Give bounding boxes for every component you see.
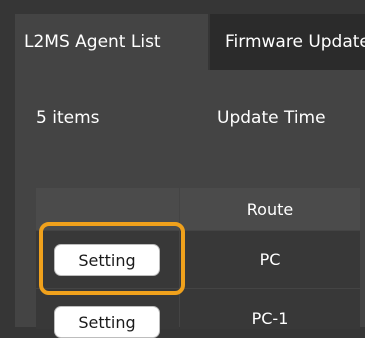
route-value: PC-1 bbox=[251, 309, 289, 328]
table-row-1-route-cell: PC bbox=[180, 231, 360, 288]
column-label-route: Route bbox=[246, 199, 294, 219]
tab-firmware-update[interactable]: Firmware Update bbox=[210, 14, 365, 70]
setting-button[interactable]: Setting bbox=[54, 244, 160, 276]
table-row-2-route-cell: PC-1 bbox=[180, 289, 360, 329]
tab-label: Firmware Update bbox=[225, 32, 365, 52]
route-value: PC bbox=[259, 250, 281, 269]
table-header-route[interactable]: Route bbox=[180, 188, 360, 230]
item-count: 5 items bbox=[36, 108, 100, 128]
tab-l2ms-agent-list[interactable]: L2MS Agent List bbox=[15, 14, 208, 70]
setting-button[interactable]: Setting bbox=[54, 306, 160, 338]
update-time-label: Update Time bbox=[217, 108, 326, 128]
tab-label: L2MS Agent List bbox=[24, 32, 161, 52]
